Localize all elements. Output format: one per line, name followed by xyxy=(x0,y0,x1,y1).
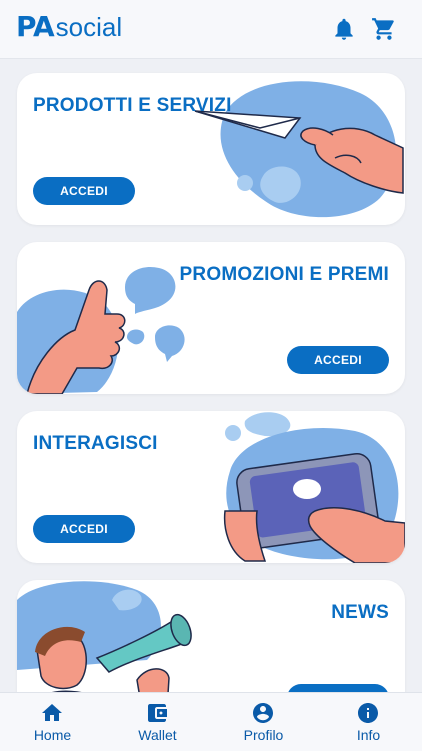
nav-label: Home xyxy=(33,727,72,743)
nav-item-profilo[interactable]: Profilo xyxy=(211,693,316,751)
home-icon xyxy=(42,704,62,721)
nav-label: Info xyxy=(356,727,381,743)
accedi-button[interactable]: ACCEDI xyxy=(287,346,389,374)
card-title: PROMOZIONI E PREMI xyxy=(179,264,389,285)
pasocial-logo[interactable]: PA social xyxy=(16,10,122,44)
card-title: PRODOTTI E SERVIZI xyxy=(33,95,232,116)
info-icon xyxy=(358,703,378,723)
accedi-button[interactable]: ACCEDI xyxy=(33,515,135,543)
nav-item-info[interactable]: Info xyxy=(316,693,421,751)
logo-pa-text: PA xyxy=(16,10,55,43)
nav-item-wallet[interactable]: Wallet xyxy=(105,693,210,751)
thumbs-up-illustration xyxy=(17,266,185,394)
tablet-chat-illustration xyxy=(223,412,405,563)
cart-icon[interactable] xyxy=(371,16,397,42)
card-title: NEWS xyxy=(331,602,389,623)
wallet-icon xyxy=(148,704,167,722)
profile-icon xyxy=(253,703,273,723)
card-title: INTERAGISCI xyxy=(33,433,158,454)
megaphone-person-illustration xyxy=(17,581,192,692)
bell-icon[interactable] xyxy=(331,16,357,42)
nav-item-home[interactable]: Home xyxy=(0,693,105,751)
app-header: PA social xyxy=(0,0,422,59)
main-content[interactable]: PRODOTTI E SERVIZI ACCEDI PROMOZIONI E P… xyxy=(0,58,422,692)
logo-social-text: social xyxy=(55,12,123,42)
card-prodotti-servizi[interactable]: PRODOTTI E SERVIZI ACCEDI xyxy=(17,73,405,225)
nav-label: Wallet xyxy=(138,727,177,743)
nav-label: Profilo xyxy=(243,727,284,743)
card-news[interactable]: NEWS ACCEDI xyxy=(17,580,405,692)
card-promozioni-premi[interactable]: PROMOZIONI E PREMI ACCEDI xyxy=(17,242,405,394)
card-interagisci[interactable]: INTERAGISCI ACCEDI xyxy=(17,411,405,563)
accedi-button[interactable]: ACCEDI xyxy=(287,684,389,692)
accedi-button[interactable]: ACCEDI xyxy=(33,177,135,205)
bottom-navigation: Home Wallet Profilo Info xyxy=(0,692,422,751)
